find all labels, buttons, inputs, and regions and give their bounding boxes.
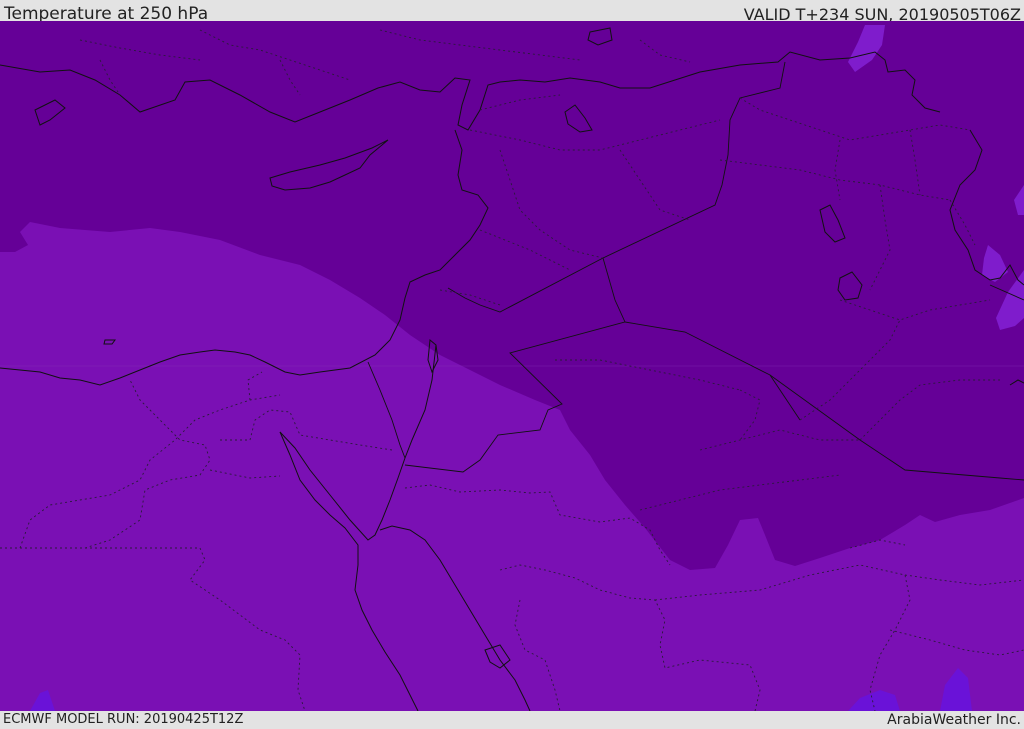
model-run-label: ECMWF MODEL RUN: 20190425T12Z [3,712,244,727]
credit-label: ArabiaWeather Inc. [887,712,1021,728]
map-canvas [0,21,1024,711]
weather-map[interactable] [0,21,1024,711]
header-bar: Temperature at 250 hPa VALID T+234 SUN, … [0,0,1024,24]
footer-bar: ECMWF MODEL RUN: 20190425T12Z ArabiaWeat… [0,711,1024,729]
